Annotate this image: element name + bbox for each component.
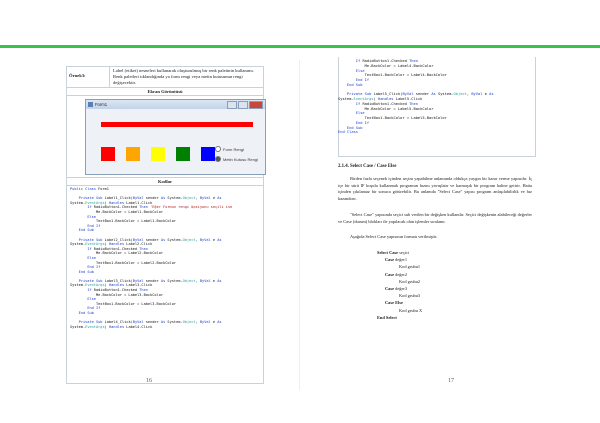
case-text: Kod grubu X (399, 307, 423, 313)
paragraph-1: Birden fazla seçenek içinden seçim yapab… (338, 176, 532, 201)
case-text: değer1 (394, 257, 408, 263)
form-window: Form1 Form Rengi Metin Kutusu Rengi (85, 99, 266, 175)
screenshot-header: Ekran Görüntüsü (66, 87, 264, 95)
swatch-label-2[interactable] (126, 147, 140, 161)
app-icon (88, 102, 93, 107)
code-listing-continued: If RadioButton1.Checked Then Me.BackColo… (338, 59, 530, 135)
case-text: seçici (398, 250, 410, 255)
case-line: Kod grubu2 (377, 278, 422, 285)
paragraph-3: Aşağıda Select Case yapısının formatı ve… (350, 234, 438, 239)
radio-icon[interactable] (215, 146, 221, 152)
case-line: Case Else (377, 299, 422, 306)
minimize-icon[interactable] (227, 101, 237, 109)
case-keyword: Case Else (385, 300, 403, 306)
swatch-label-3[interactable] (151, 147, 165, 161)
left-page: Örnek3: Label (etiket) nesneleri kullana… (66, 66, 266, 384)
code-line: End Class (338, 130, 359, 135)
case-keyword: Case (385, 286, 395, 292)
right-code-area: If RadioButton1.Checked Then Me.BackColo… (338, 59, 530, 135)
code-header: Kodlar (66, 177, 264, 186)
case-line: Select Case seçici (377, 249, 422, 256)
paragraph-2: "Select Case" yapısında seçici sub veril… (338, 212, 532, 224)
page-number-left: 16 (146, 378, 152, 384)
select-case-format: Select Case seçici Case değer1 Kod grubu1 C… (377, 249, 422, 321)
swatch-label-4[interactable] (176, 147, 190, 161)
example-row: Örnek3: Label (etiket) nesneleri kullana… (66, 66, 264, 87)
close-icon[interactable] (249, 101, 263, 109)
case-line: Kod grubu1 (377, 263, 422, 270)
code-line: System.EventArgs) Handles Label4.Click (70, 324, 153, 329)
example-description: Label (etiket) nesneleri kullanarak oluş… (113, 68, 254, 85)
case-text: değer3 (394, 286, 408, 292)
case-line: Case değer1 (377, 256, 422, 263)
header-accent-bar (0, 45, 600, 48)
case-keyword: Case (385, 271, 395, 277)
case-text: Kod grubu3 (399, 293, 421, 299)
case-line: Case değer3 (377, 285, 422, 292)
radio-selected-icon[interactable] (215, 156, 221, 162)
code-box: Public Class Form1 Private Sub Label1_Cl… (66, 186, 264, 384)
case-line: Case değer2 (377, 271, 422, 278)
case-keyword: Select Case (377, 250, 399, 255)
case-keyword: Case (385, 257, 395, 263)
case-text: Kod grubu2 (399, 278, 421, 284)
form-titlebar: Form1 (86, 100, 265, 109)
color-textbox[interactable] (101, 122, 253, 127)
page-divider (299, 60, 300, 390)
case-keyword: End Select (377, 314, 397, 320)
page-number-right: 17 (448, 378, 454, 384)
example-label: Örnek3: (67, 67, 110, 87)
case-text: Kod grubu1 (399, 264, 421, 270)
case-text: değer2 (394, 271, 408, 277)
case-line: Kod grubu3 (377, 292, 422, 299)
radio-form-color[interactable]: Form Rengi (215, 146, 244, 152)
case-line: Kod grubu X (377, 307, 422, 314)
window-buttons (227, 101, 263, 109)
form-title: Form1 (95, 102, 108, 107)
code-listing: Public Class Form1 Private Sub Label1_Cl… (70, 187, 260, 329)
maximize-icon[interactable] (238, 101, 248, 109)
swatch-label-1[interactable] (101, 147, 115, 161)
case-line: End Select (377, 314, 422, 321)
form-screenshot: Form1 Form Rengi Metin Kutusu Rengi (66, 95, 266, 177)
section-title: 2.1.4. Select Case / Case Else (338, 164, 397, 169)
swatch-label-5[interactable] (201, 147, 215, 161)
radio-textbox-color[interactable]: Metin Kutusu Rengi (215, 156, 258, 162)
